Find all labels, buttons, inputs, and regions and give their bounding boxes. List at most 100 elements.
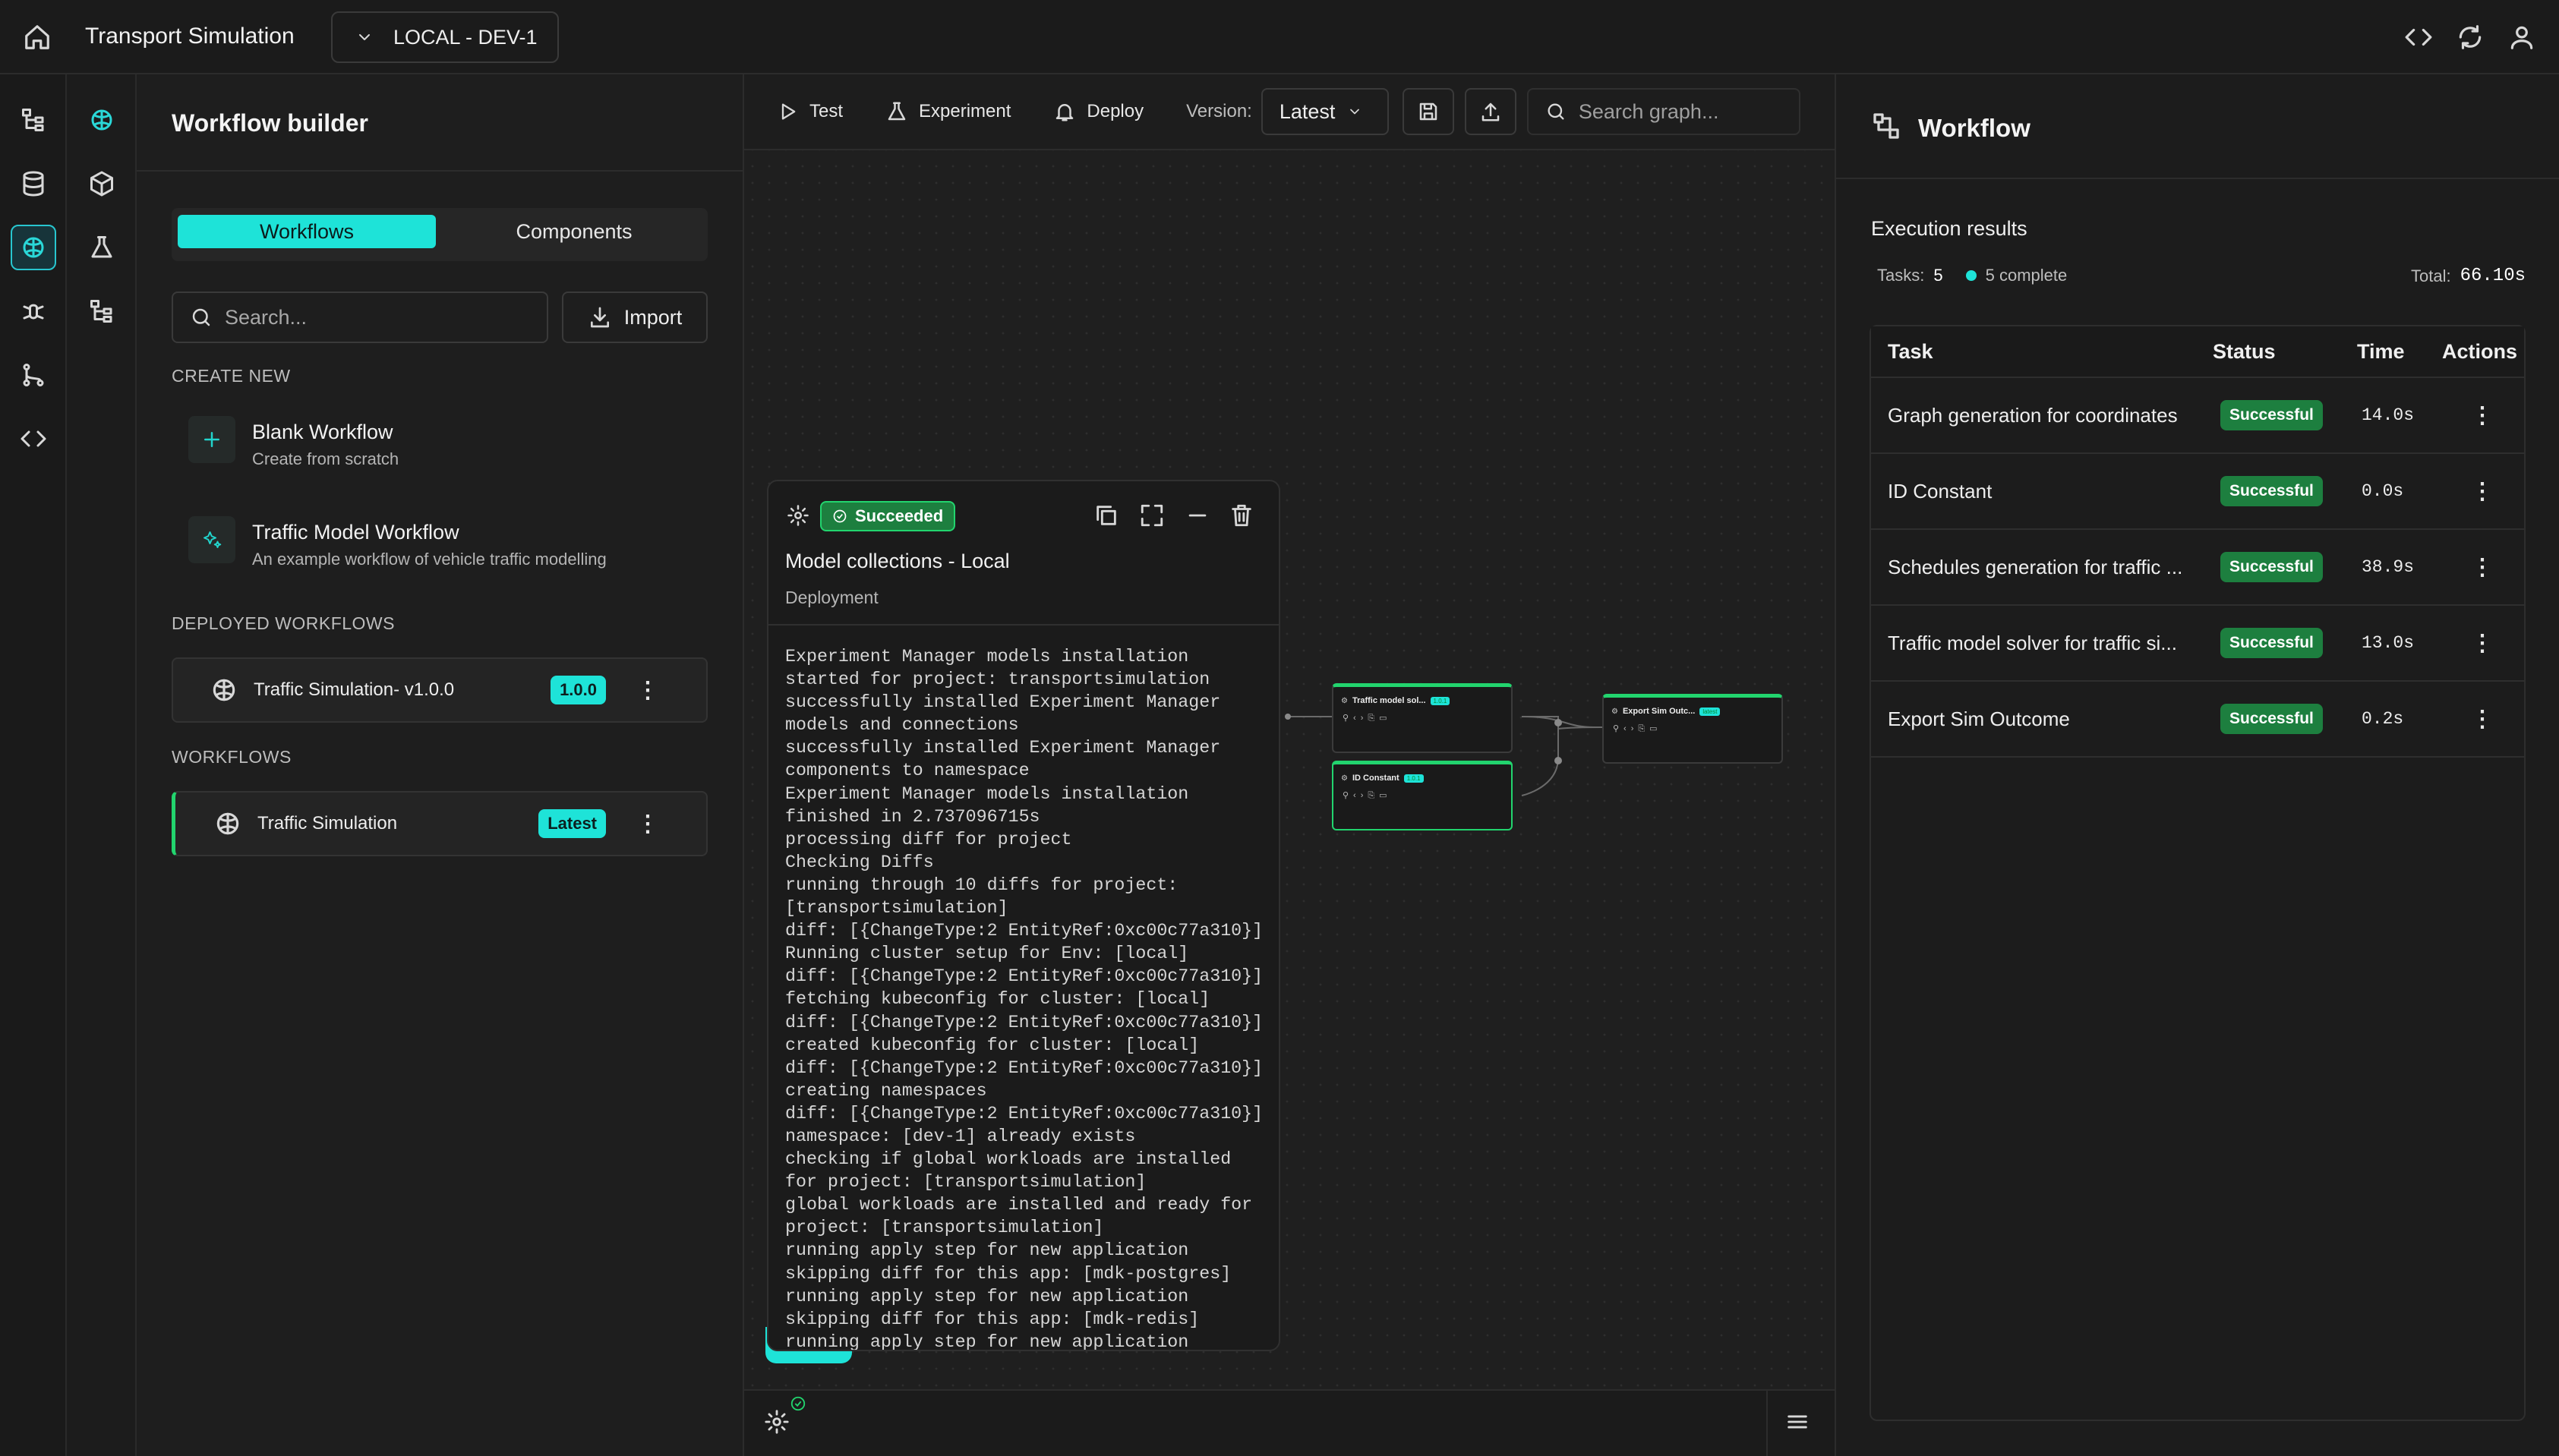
experiment-label: Experiment	[919, 101, 1011, 121]
task-time: 0.0s	[2362, 481, 2404, 501]
sparkles-icon	[188, 516, 235, 563]
status-badge: Successful	[2220, 552, 2323, 582]
table-row[interactable]: ID Constant Successful 0.0s ⋮	[1871, 454, 2524, 530]
node-label: Export Sim Outc...	[1622, 707, 1696, 716]
deploy-button[interactable]: Deploy	[1053, 100, 1144, 123]
tab-components[interactable]: Components	[445, 215, 703, 248]
create-new-heading: CREATE NEW	[172, 366, 291, 386]
code-nav-icon[interactable]	[11, 416, 56, 462]
import-label: Import	[623, 305, 683, 329]
upload-button[interactable]	[1464, 88, 1516, 135]
experiment-button[interactable]: Experiment	[885, 100, 1011, 123]
node-label: ID Constant	[1352, 774, 1399, 783]
hierarchy-icon[interactable]	[11, 97, 56, 143]
deployed-workflow-name: Traffic Simulation- v1.0.0	[254, 679, 455, 700]
deployed-workflow-item[interactable]: Traffic Simulation- v1.0.0 1.0.0 ⋮	[172, 657, 708, 723]
log-subtitle: Deployment	[785, 588, 879, 607]
tasks-count: 5	[1933, 266, 1943, 285]
task-name: Export Sim Outcome	[1888, 707, 2070, 730]
save-button[interactable]	[1402, 88, 1454, 135]
workflow-brain-icon[interactable]	[79, 97, 125, 143]
plus-icon	[188, 416, 235, 463]
copy-icon[interactable]	[1093, 503, 1119, 528]
workflow-name: Traffic Simulation	[257, 813, 398, 834]
workflow-item[interactable]: Traffic Simulation Latest ⋮	[172, 791, 708, 856]
node-label: Traffic model sol...	[1352, 696, 1426, 705]
node-settings-icon: ⚙	[1341, 774, 1348, 783]
upload-icon	[1481, 102, 1500, 121]
minimize-icon[interactable]	[1185, 503, 1210, 528]
deployed-heading: DEPLOYED WORKFLOWS	[172, 613, 395, 633]
divider	[768, 624, 1279, 626]
log-title: Model collections - Local	[785, 550, 1010, 572]
test-label: Test	[809, 101, 844, 121]
graph-node[interactable]: ⚙ Traffic model sol... 1.0.1 ⚲‹›⎘▭	[1332, 683, 1513, 753]
create-item-subtitle: Create from scratch	[252, 449, 399, 468]
more-options-icon[interactable]: ⋮	[636, 811, 659, 837]
create-traffic-model-workflow[interactable]: Traffic Model Workflow An example workfl…	[172, 506, 708, 578]
row-actions-icon[interactable]: ⋮	[2471, 554, 2494, 581]
table-row[interactable]: Schedules generation for traffic ... Suc…	[1871, 530, 2524, 606]
database-icon[interactable]	[11, 161, 56, 206]
table-row[interactable]: Graph generation for coordinates Success…	[1871, 378, 2524, 454]
total-value: 66.10s	[2460, 266, 2526, 286]
table-row[interactable]: Traffic model solver for traffic si... S…	[1871, 606, 2524, 682]
cube-icon[interactable]	[79, 161, 125, 206]
play-icon	[781, 103, 796, 120]
node-toolbar-icons: ⚲‹›⎘▭	[1343, 791, 1392, 800]
table-row[interactable]: Export Sim Outcome Successful 0.2s ⋮	[1871, 682, 2524, 758]
graph-search-input[interactable]: Search graph...	[1526, 88, 1800, 135]
row-actions-icon[interactable]: ⋮	[2471, 630, 2494, 657]
node-settings-icon: ⚙	[1611, 707, 1618, 716]
settings-icon[interactable]	[764, 1409, 790, 1435]
canvas-bottom-bar	[744, 1389, 1835, 1456]
node-badge: 1.0.1	[1430, 696, 1450, 705]
row-actions-icon[interactable]: ⋮	[2471, 706, 2494, 733]
graph-node[interactable]: ⚙ ID Constant 1.0.1 ⚲‹›⎘▭	[1332, 761, 1513, 830]
brain-icon[interactable]	[11, 225, 56, 270]
expand-icon[interactable]	[1139, 503, 1165, 528]
create-blank-workflow[interactable]: Blank Workflow Create from scratch	[172, 405, 708, 478]
tree-icon[interactable]	[79, 288, 125, 334]
task-time: 14.0s	[2362, 405, 2415, 425]
row-actions-icon[interactable]: ⋮	[2471, 402, 2494, 429]
node-badge: latest	[1699, 707, 1721, 716]
search-placeholder: Search...	[225, 305, 308, 329]
tab-workflows[interactable]: Workflows	[178, 215, 436, 248]
row-actions-icon[interactable]: ⋮	[2471, 478, 2494, 505]
task-name: Schedules generation for traffic ...	[1888, 555, 2183, 578]
home-icon[interactable]	[23, 23, 52, 52]
node-settings-icon: ⚙	[1341, 696, 1348, 705]
status-badge: Succeeded	[820, 501, 956, 531]
more-options-icon[interactable]: ⋮	[636, 677, 659, 704]
flask-bug-icon[interactable]	[11, 288, 56, 334]
environment-label: LOCAL - DEV-1	[393, 25, 538, 49]
import-button[interactable]: Import	[562, 292, 708, 343]
version-select[interactable]: Latest	[1261, 88, 1389, 135]
complete-dot	[1965, 270, 1977, 281]
git-branch-icon[interactable]	[11, 352, 56, 398]
menu-icon[interactable]	[1784, 1409, 1810, 1435]
task-time: 0.2s	[2362, 709, 2404, 729]
node-toolbar-icons: ⚲‹›⎘▭	[1343, 714, 1392, 723]
brain-icon	[213, 679, 235, 701]
test-button[interactable]: Test	[778, 101, 843, 122]
status-badge: Successful	[2220, 400, 2323, 430]
status-badge: Successful	[2220, 628, 2323, 658]
search-input[interactable]: Search...	[172, 292, 548, 343]
column-header: Time	[2357, 339, 2405, 363]
search-icon	[192, 308, 210, 326]
divider	[1836, 178, 2559, 179]
environment-select[interactable]: LOCAL - DEV-1	[331, 11, 559, 63]
graph-node[interactable]: ⚙ Export Sim Outc... latest ⚲‹›⎘▭	[1602, 694, 1783, 764]
log-output: Experiment Manager models installation s…	[785, 647, 1264, 1351]
refresh-icon[interactable]	[2456, 23, 2485, 52]
code-icon[interactable]	[2404, 23, 2433, 52]
flask-icon[interactable]	[79, 225, 125, 270]
task-name: Traffic model solver for traffic si...	[1888, 631, 2177, 654]
settings-icon[interactable]	[787, 504, 809, 527]
bell-icon	[1056, 104, 1074, 121]
trash-icon[interactable]	[1229, 503, 1254, 528]
complete-label: 5 complete	[1985, 266, 2068, 285]
user-icon[interactable]	[2507, 23, 2536, 52]
